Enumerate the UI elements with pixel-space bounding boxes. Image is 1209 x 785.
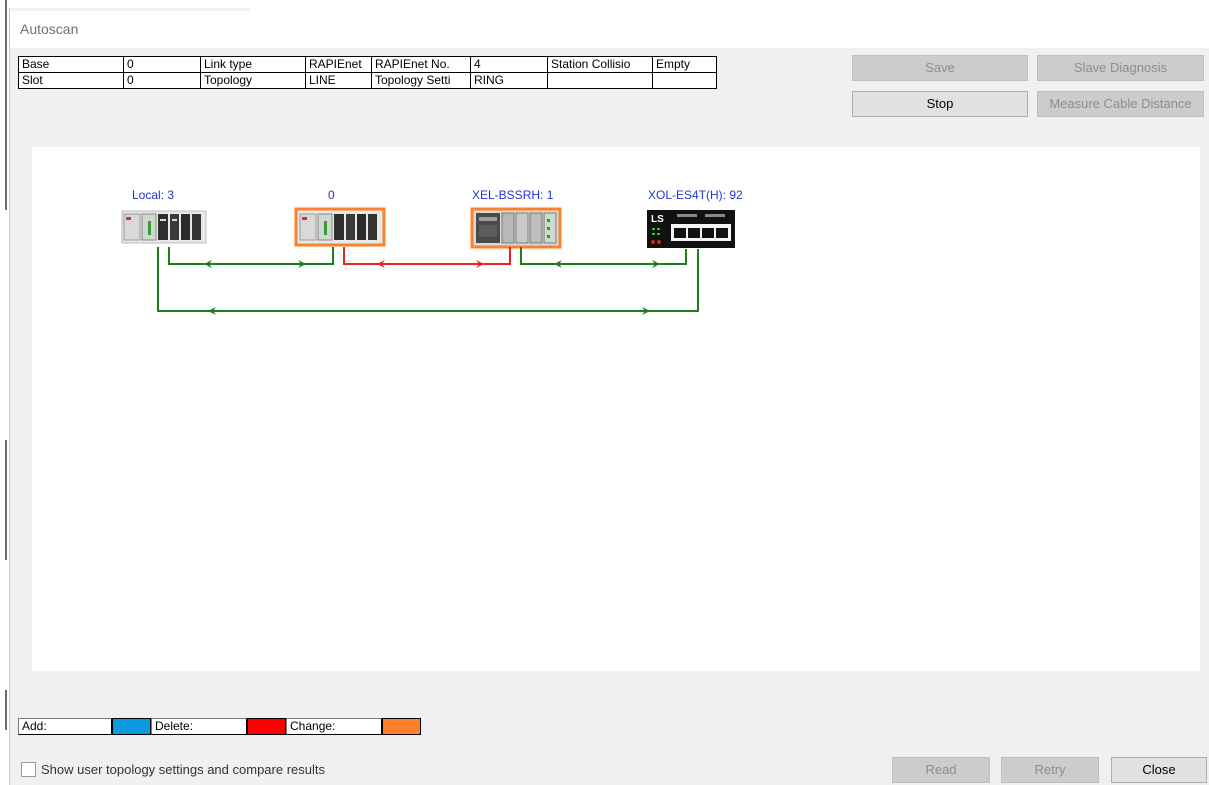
info-cell: RAPIEnet No. <box>371 56 471 73</box>
close-button[interactable]: Close <box>1111 757 1207 783</box>
show-user-topology-checkbox[interactable]: Show user topology settings and compare … <box>21 762 325 777</box>
plc-rack-icon[interactable] <box>121 210 207 244</box>
link-xel-to-xol <box>520 247 687 268</box>
color-legend: Add: Delete: Change: <box>18 718 421 735</box>
background-edge-bar <box>5 0 7 210</box>
topology-canvas: Local: 3 0 XEL-BSSRH: 1 XOL-ES4T(H): 92 <box>32 147 1200 671</box>
info-cell: Topology Setti <box>371 72 471 89</box>
info-cell: 0 <box>123 72 201 89</box>
info-cell: RING <box>470 72 548 89</box>
save-button[interactable]: Save <box>852 55 1028 81</box>
legend-change-swatch <box>382 718 421 735</box>
info-cell: Link type <box>200 56 306 73</box>
info-row-slot: Slot 0 Topology LINE Topology Setti RING <box>18 72 717 89</box>
info-cell: 4 <box>470 56 548 73</box>
retry-button[interactable]: Retry <box>1001 757 1099 783</box>
info-cell: Base <box>18 56 124 73</box>
legend-add-swatch <box>112 718 151 735</box>
info-cell: RAPIEnet <box>305 56 372 73</box>
link-local-to-station0 <box>168 247 334 268</box>
stop-button[interactable]: Stop <box>852 91 1028 117</box>
info-cell <box>652 72 717 89</box>
background-edge <box>0 0 9 785</box>
legend-add-label: Add: <box>18 718 112 735</box>
ethernet-switch-icon[interactable]: LS <box>647 210 735 248</box>
plc-rack-changed-icon[interactable] <box>294 207 386 247</box>
info-cell: Empty <box>652 56 717 73</box>
title-bar-edge <box>10 8 1209 11</box>
info-cell <box>547 72 653 89</box>
info-cell: Station Collisio <box>547 56 653 73</box>
background-edge-bar <box>5 690 7 730</box>
autoscan-window: Autoscan Base 0 Link type RAPIEnet RAPIE… <box>9 8 1209 785</box>
title-bar: Autoscan <box>10 8 1209 48</box>
measure-cable-distance-button[interactable]: Measure Cable Distance <box>1037 91 1204 117</box>
svg-text:LS: LS <box>651 214 664 225</box>
legend-change-label: Change: <box>286 718 382 735</box>
info-cell: Slot <box>18 72 124 89</box>
slave-diagnosis-button[interactable]: Slave Diagnosis <box>1037 55 1204 81</box>
topology-diagram: LS <box>121 207 735 315</box>
scan-info-table: Base 0 Link type RAPIEnet RAPIEnet No. 4… <box>18 56 717 89</box>
window-title: Autoscan <box>20 21 79 37</box>
legend-delete-swatch <box>247 718 286 735</box>
io-module-icon[interactable] <box>470 207 562 249</box>
info-cell: Topology <box>200 72 306 89</box>
link-ring-return <box>157 247 699 315</box>
info-cell: LINE <box>305 72 372 89</box>
info-cell: 0 <box>123 56 201 73</box>
legend-delete-label: Delete: <box>151 718 247 735</box>
checkbox-box[interactable] <box>21 762 36 777</box>
read-button[interactable]: Read <box>892 757 990 783</box>
info-row-base: Base 0 Link type RAPIEnet RAPIEnet No. 4… <box>18 56 717 73</box>
link-station0-to-xel <box>343 247 511 268</box>
checkbox-label: Show user topology settings and compare … <box>41 762 325 777</box>
background-edge-bar <box>5 440 7 560</box>
